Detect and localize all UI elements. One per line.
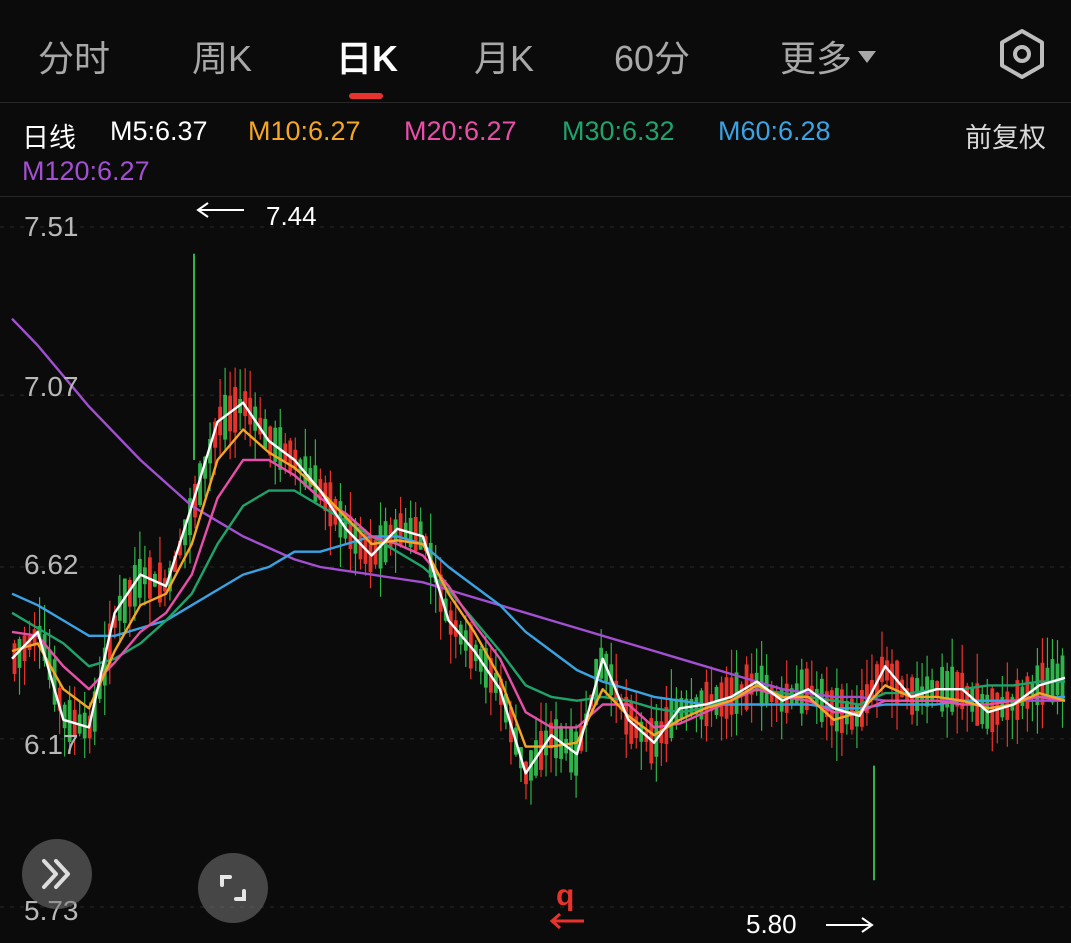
tab-more-label: 更多 [780, 38, 853, 79]
tab-intraday[interactable]: 分时 [38, 30, 110, 82]
fullscreen-icon [220, 875, 246, 901]
period-label: 日线 [22, 123, 76, 153]
period-tab-bar: 分时 周K 日K 月K 60分 更多 [0, 0, 1071, 103]
range-marker[interactable]: q [548, 879, 588, 933]
tab-monthly-k[interactable]: 月K [474, 30, 534, 82]
fullscreen-button[interactable] [198, 853, 268, 923]
y-tick-label: 6.17 [24, 729, 79, 760]
ma5-label: M5:6.37 [110, 116, 208, 146]
adjust-mode-button[interactable]: 前复权 [965, 116, 1046, 155]
y-tick-label: 6.62 [24, 549, 79, 580]
ma10-label: M10:6.27 [248, 116, 361, 146]
max-price-label: 7.44 [266, 201, 317, 231]
gear-icon[interactable] [996, 28, 1048, 80]
y-tick-label: 7.51 [24, 211, 79, 242]
tab-daily-k[interactable]: 日K [336, 30, 398, 82]
tab-weekly-k[interactable]: 周K [192, 30, 252, 82]
expand-button[interactable] [22, 839, 92, 909]
candlestick-chart[interactable]: 7.51 7.07 6.62 6.17 5.73 7.44 5.80 q [0, 196, 1071, 943]
double-chevron-right-icon [42, 859, 70, 889]
ma-legend: 日线 M5:6.37 M10:6.27 M20:6.27 M30:6.32 M6… [0, 112, 1071, 192]
ma20-label: M20:6.27 [404, 116, 517, 146]
ma120-label: M120:6.27 [22, 156, 150, 186]
ma60-label: M60:6.28 [718, 116, 831, 146]
tab-60min[interactable]: 60分 [614, 30, 690, 82]
y-tick-label: 7.07 [24, 371, 79, 402]
ma30-label: M30:6.32 [562, 116, 675, 146]
min-price-label: 5.80 [746, 909, 797, 939]
range-marker-label: q [556, 879, 575, 912]
tab-more[interactable]: 更多 [780, 30, 877, 82]
active-tab-indicator [349, 93, 383, 99]
arrow-left-icon [549, 912, 584, 930]
caret-down-icon [858, 51, 877, 64]
chart-canvas [0, 202, 1071, 933]
ma120-line [11, 317, 1065, 702]
